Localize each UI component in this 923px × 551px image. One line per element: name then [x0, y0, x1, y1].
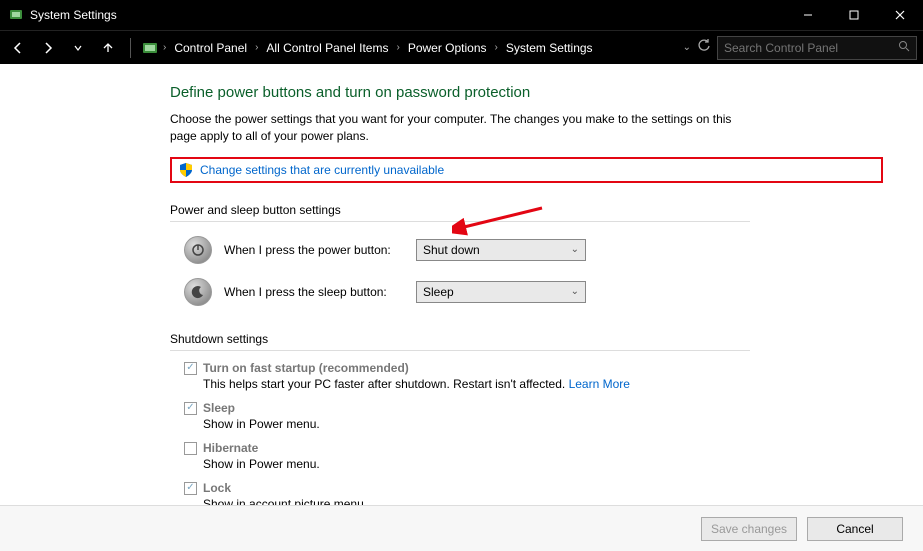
breadcrumb-item[interactable]: Power Options [404, 39, 491, 57]
page-description: Choose the power settings that you want … [170, 111, 760, 145]
admin-link-highlight: Change settings that are currently unava… [170, 157, 883, 183]
footer-bar: Save changes Cancel [0, 505, 923, 551]
chevron-down-icon: ⌄ [571, 244, 579, 255]
power-button-dropdown[interactable]: Shut down ⌄ [416, 239, 586, 261]
power-icon [184, 236, 212, 264]
sleep-button-label: When I press the sleep button: [224, 285, 404, 299]
section-shutdown: Shutdown settings [170, 332, 750, 351]
lock-checkbox[interactable] [184, 482, 197, 495]
cancel-button[interactable]: Cancel [807, 517, 903, 541]
search-input[interactable] [724, 41, 898, 55]
lock-sub: Show in account picture menu. [203, 497, 367, 505]
control-panel-icon [141, 39, 159, 57]
window-title: System Settings [30, 8, 785, 22]
change-settings-link[interactable]: Change settings that are currently unava… [200, 163, 444, 177]
hibernate-title: Hibernate [203, 441, 320, 455]
navigation-bar: › Control Panel › All Control Panel Item… [0, 30, 923, 64]
power-button-label: When I press the power button: [224, 243, 404, 257]
recent-dropdown-button[interactable] [66, 36, 90, 60]
shield-icon [178, 162, 194, 178]
fast-startup-row: Turn on fast startup (recommended) This … [184, 361, 883, 391]
save-changes-button[interactable]: Save changes [701, 517, 797, 541]
search-icon[interactable] [898, 39, 910, 57]
chevron-right-icon: › [396, 42, 399, 53]
back-button[interactable] [6, 36, 30, 60]
content-area: Define power buttons and turn on passwor… [0, 64, 923, 551]
minimize-button[interactable] [785, 0, 831, 30]
hibernate-sub: Show in Power menu. [203, 457, 320, 471]
hibernate-checkbox[interactable] [184, 442, 197, 455]
chevron-right-icon: › [495, 42, 498, 53]
close-button[interactable] [877, 0, 923, 30]
chevron-down-icon: ⌄ [571, 286, 579, 297]
breadcrumb-item[interactable]: System Settings [502, 39, 597, 57]
fast-startup-checkbox[interactable] [184, 362, 197, 375]
sleep-button-dropdown[interactable]: Sleep ⌄ [416, 281, 586, 303]
section-power-sleep: Power and sleep button settings [170, 203, 750, 222]
app-icon [8, 7, 24, 23]
fast-startup-title: Turn on fast startup (recommended) [203, 361, 630, 375]
sleep-button-row: When I press the sleep button: Sleep ⌄ [184, 278, 883, 306]
refresh-button[interactable] [697, 38, 711, 57]
page-heading: Define power buttons and turn on passwor… [170, 84, 883, 101]
breadcrumb-item[interactable]: All Control Panel Items [262, 39, 392, 57]
sleep-checkbox[interactable] [184, 402, 197, 415]
search-box[interactable] [717, 36, 917, 60]
sleep-button-value: Sleep [423, 285, 454, 299]
chevron-right-icon: › [255, 42, 258, 53]
hibernate-row: Hibernate Show in Power menu. [184, 441, 883, 471]
sleep-sub: Show in Power menu. [203, 417, 320, 431]
address-dropdown-icon[interactable]: ⌄ [683, 42, 691, 53]
lock-row: Lock Show in account picture menu. [184, 481, 883, 505]
fast-startup-sub: This helps start your PC faster after sh… [203, 377, 630, 391]
learn-more-link[interactable]: Learn More [569, 377, 630, 391]
maximize-button[interactable] [831, 0, 877, 30]
sleep-icon [184, 278, 212, 306]
sleep-title: Sleep [203, 401, 320, 415]
forward-button[interactable] [36, 36, 60, 60]
breadcrumb-item[interactable]: Control Panel [170, 39, 251, 57]
sleep-row: Sleep Show in Power menu. [184, 401, 883, 431]
chevron-right-icon: › [163, 42, 166, 53]
title-bar: System Settings [0, 0, 923, 30]
up-button[interactable] [96, 36, 120, 60]
address-bar[interactable]: › Control Panel › All Control Panel Item… [141, 39, 677, 57]
power-button-row: When I press the power button: Shut down… [184, 236, 883, 264]
lock-title: Lock [203, 481, 367, 495]
power-button-value: Shut down [423, 243, 480, 257]
